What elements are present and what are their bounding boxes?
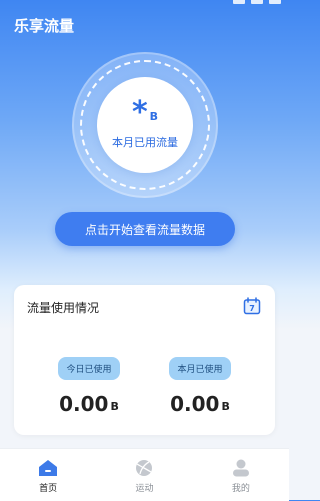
tab-profile[interactable]: 我的: [193, 449, 289, 501]
tab-sports-label: 运动: [135, 484, 154, 494]
today-usage-label: 今日已使用: [58, 357, 120, 380]
today-usage-value: 0.00: [59, 392, 109, 416]
calendar-day: 7: [249, 304, 255, 313]
today-usage: 今日已使用 0.00 B: [39, 357, 139, 414]
battery-icon: [269, 0, 281, 4]
tab-home-label: 首页: [39, 484, 58, 494]
calendar-icon[interactable]: 7: [243, 297, 261, 315]
month-usage-unit: B: [221, 400, 230, 413]
tab-profile-label: 我的: [231, 484, 250, 494]
month-usage: 本月已使用 0.00 B: [150, 357, 250, 414]
home-icon: [39, 460, 58, 476]
today-usage-unit: B: [110, 400, 119, 413]
wifi-icon: [251, 0, 263, 4]
tab-sports[interactable]: 运动: [96, 449, 192, 501]
meter-label: 本月已用流量: [112, 136, 178, 149]
status-icons: [233, 0, 281, 4]
meter-unit: B: [149, 110, 159, 123]
today-usage-value-group: 0.00 B: [59, 394, 119, 414]
month-usage-value: 0.00: [170, 392, 220, 416]
app-title: 乐享流量: [14, 17, 75, 35]
status-bar: [0, 0, 289, 6]
bottom-tab-bar: 首页 运动 我的: [0, 448, 289, 501]
start-check-button[interactable]: 点击开始查看流量数据: [55, 212, 235, 246]
profile-icon: [232, 459, 249, 477]
meter-value: *: [131, 95, 148, 130]
month-usage-label: 本月已使用: [169, 357, 231, 380]
signal-icon: [233, 0, 245, 4]
usage-meter: * B 本月已用流量: [97, 77, 193, 173]
meter-value-group: * B: [131, 95, 159, 130]
usage-card: 流量使用情况 7 今日已使用 0.00 B 本月已使用 0.00 B: [14, 285, 275, 435]
month-usage-value-group: 0.00 B: [170, 394, 230, 414]
tab-home[interactable]: 首页: [0, 449, 96, 501]
ball-icon: [136, 460, 153, 476]
usage-card-title: 流量使用情况: [27, 301, 100, 315]
